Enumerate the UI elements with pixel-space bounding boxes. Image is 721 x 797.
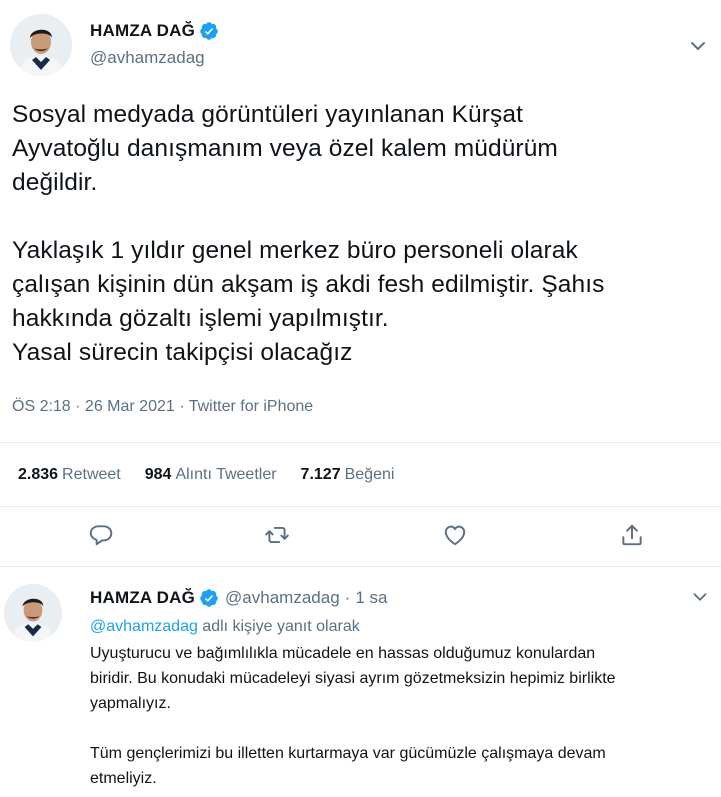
like-button[interactable] <box>442 522 468 548</box>
reply-header: HAMZA DAĞ @avhamzadag · 1 sa <box>90 586 387 610</box>
author-name[interactable]: HAMZA DAĞ <box>90 21 195 41</box>
tweet-actions <box>0 520 721 552</box>
tweet-page: HAMZA DAĞ @avhamzadag Sosyal medyada gör… <box>0 0 721 797</box>
author-info: HAMZA DAĞ @avhamzadag <box>90 20 219 68</box>
divider <box>0 442 721 443</box>
reply-author-handle[interactable]: @avhamzadag <box>225 588 340 608</box>
tweet-header: HAMZA DAĞ @avhamzadag <box>10 14 710 76</box>
like-count[interactable]: 7.127 Beğeni <box>301 466 395 484</box>
tweet-stats: 2.836 Retweet 984 Alıntı Tweetler 7.127 … <box>18 464 418 486</box>
tweet-text: Sosyal medyada görüntüleri yayınlanan Kü… <box>12 98 712 370</box>
avatar-photo-icon <box>10 14 72 76</box>
verified-badge-icon <box>200 22 218 40</box>
tweet-line: değildir. <box>12 169 98 196</box>
author-handle[interactable]: @avhamzadag <box>90 48 219 68</box>
tweet-line: Sosyal medyada görüntüleri yayınlanan Kü… <box>12 101 524 128</box>
tweet-line: Yaklaşık 1 yıldır genel merkez büro pers… <box>12 237 578 264</box>
author-avatar[interactable] <box>10 14 72 76</box>
reply-icon <box>89 525 113 546</box>
reply-time[interactable]: 1 sa <box>355 588 387 608</box>
tweet-line: çalışan kişinin dün akşam iş akdi fesh e… <box>12 271 605 298</box>
reply-line: etmeliyiz. <box>90 770 157 787</box>
retweet-button[interactable] <box>264 522 290 548</box>
avatar-photo-icon <box>4 584 62 642</box>
reply-button[interactable] <box>88 522 114 548</box>
divider <box>0 566 721 567</box>
quote-count[interactable]: 984 Alıntı Tweetler <box>145 466 277 484</box>
reply-line: biridir. Bu konudaki mücadeleyi siyasi a… <box>90 670 616 687</box>
reply-line: Uyuşturucu ve bağımlılıkla mücadele en h… <box>90 645 596 662</box>
divider <box>0 506 721 507</box>
more-options-icon[interactable] <box>689 586 711 608</box>
tweet-line: hakkında gözaltı işlemi yapılmıştır. <box>12 305 389 332</box>
tweet-line: Ayvatoğlu danışmanım veya özel kalem müd… <box>12 135 558 162</box>
reply-line: yapmalıyız. <box>90 695 171 712</box>
replying-to: @avhamzadag adlı kişiye yanıt olarak <box>90 618 360 636</box>
replying-to-label: adlı kişiye yanıt olarak <box>197 618 360 635</box>
more-options-icon[interactable] <box>686 34 710 58</box>
retweet-count[interactable]: 2.836 Retweet <box>18 466 121 484</box>
share-icon <box>622 524 642 546</box>
reply-line: Tüm gençlerimizi bu illetten kurtarmaya … <box>90 745 606 762</box>
tweet-timestamp[interactable]: ÖS 2:18 · 26 Mar 2021 · Twitter for iPho… <box>12 398 313 416</box>
verified-badge-icon <box>200 589 218 607</box>
tweet-line: Yasal sürecin takipçisi olacağız <box>12 339 353 366</box>
reply-author-avatar[interactable] <box>4 584 62 642</box>
like-icon <box>444 525 466 546</box>
reply-text: Uyuşturucu ve bağımlılıkla mücadele en h… <box>90 641 710 791</box>
replying-to-mention[interactable]: @avhamzadag <box>90 618 198 635</box>
retweet-icon <box>265 526 289 544</box>
reply-author-name[interactable]: HAMZA DAĞ <box>90 588 195 608</box>
separator-dot: · <box>344 588 351 607</box>
share-button[interactable] <box>619 522 645 548</box>
